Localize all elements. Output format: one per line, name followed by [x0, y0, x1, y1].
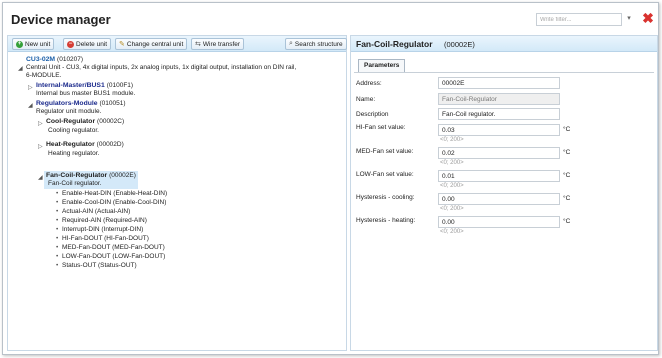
unit-label: °C: [563, 195, 571, 202]
delete-unit-button[interactable]: − Delete unit: [63, 38, 112, 50]
tree-leaf-status-out[interactable]: Status-OUT (Status-OUT): [56, 262, 137, 269]
delete-unit-label: Delete unit: [76, 40, 108, 48]
unit-label: °C: [563, 172, 571, 179]
tree-node-title: Internal-Master/BUS1: [36, 82, 105, 89]
tree-node-regulators-module[interactable]: Regulators-Module (010051): [36, 100, 126, 107]
filter-input[interactable]: [536, 13, 622, 26]
tree-leaf-low-fan-dout[interactable]: LOW-Fan-DOUT (LOW-Fan-DOUT): [56, 253, 165, 260]
collapse-toggle-icon[interactable]: ◢: [28, 102, 33, 109]
properties-header: Fan-Coil-Regulator (00002E): [351, 36, 657, 52]
app-title: Device manager: [11, 12, 111, 27]
properties-title: Fan-Coil-Regulator: [356, 39, 433, 49]
expand-toggle-icon[interactable]: ▷: [38, 120, 43, 127]
tab-divider: [354, 72, 654, 73]
tree-leaf-hi-fan-dout[interactable]: HI-Fan-DOUT (HI-Fan-DOUT): [56, 235, 149, 242]
device-manager-window: Device manager ▾ ✖ + New unit − Delete u…: [2, 2, 659, 355]
new-unit-button[interactable]: + New unit: [12, 38, 55, 50]
tree-node-internal-master[interactable]: Internal-Master/BUS1 (0100F1): [36, 82, 133, 89]
change-central-unit-button[interactable]: ✎ Change central unit: [115, 38, 188, 50]
range-hint: <0; 200>: [440, 206, 464, 212]
name-label: Name:: [356, 96, 376, 103]
tree-node-code: (00002D): [96, 141, 124, 148]
tab-parameters[interactable]: Parameters: [358, 59, 406, 72]
tree-node-code: (00002C): [97, 118, 125, 125]
tree-node-title: Fan-Coil-Regulator: [46, 172, 108, 179]
collapse-toggle-icon[interactable]: ◢: [18, 65, 23, 72]
search-structure-button[interactable]: ⌕ Search structure: [285, 38, 347, 50]
wire-transfer-label: Wire transfer: [202, 40, 241, 48]
tree-node-root[interactable]: CU3-02M (010207): [26, 56, 83, 63]
tree-node-description: Internal bus master BUS1 module.: [36, 90, 136, 97]
hysteresis-heating-field[interactable]: 0.00: [438, 216, 560, 228]
tree-node-code: (0100F1): [106, 82, 134, 89]
tree-leaf-interrupt-din[interactable]: Interrupt-DIN (Interrupt-DIN): [56, 226, 143, 233]
pencil-icon: ✎: [119, 41, 125, 48]
tree-node-description: Cooling regulator.: [48, 127, 99, 134]
title-bar: Device manager ▾ ✖: [3, 3, 658, 33]
hysteresis-cooling-label: Hysteresis - cooling:: [356, 194, 415, 201]
device-tree: CU3-02M (010207) ◢ Central Unit - CU3, 4…: [8, 54, 346, 350]
low-fan-set-value-field[interactable]: 0.01: [438, 170, 560, 182]
search-structure-label: Search structure: [294, 40, 343, 48]
tree-leaf-actual-ain[interactable]: Actual-AIN (Actual-AIN): [56, 208, 130, 215]
expand-toggle-icon[interactable]: ▷: [38, 143, 43, 150]
description-label: Description: [356, 111, 389, 118]
med-fan-set-value-field[interactable]: 0.02: [438, 147, 560, 159]
filter-dropdown-icon[interactable]: ▾: [625, 14, 633, 24]
structure-pane: + New unit − Delete unit ✎ Change centra…: [7, 35, 347, 351]
hi-fan-set-value-label: HI-Fan set value:: [356, 124, 406, 131]
expand-toggle-icon[interactable]: ▷: [28, 84, 33, 91]
change-central-unit-label: Change central unit: [126, 40, 184, 48]
plus-icon: +: [16, 40, 23, 48]
tree-node-title: Regulators-Module: [36, 100, 98, 107]
tree-node-code: (010051): [99, 100, 126, 107]
hysteresis-cooling-field[interactable]: 0.00: [438, 193, 560, 205]
tree-leaf-enable-heat-din[interactable]: Enable-Heat-DIN (Enable-Heat-DIN): [56, 190, 167, 197]
address-field[interactable]: 00002E: [438, 77, 560, 89]
range-hint: <0; 200>: [440, 229, 464, 235]
unit-label: °C: [563, 149, 571, 156]
tree-node-title: Cool-Regulator: [46, 118, 96, 125]
med-fan-set-value-label: MED-Fan set value:: [356, 148, 414, 155]
unit-label: °C: [563, 126, 571, 133]
new-unit-label: New unit: [25, 40, 51, 48]
tree-node-description: Regulator unit module.: [36, 108, 102, 115]
collapse-toggle-icon[interactable]: ◢: [38, 174, 43, 181]
description-field[interactable]: Fan-Coil regulator.: [438, 108, 560, 120]
range-hint: <0; 200>: [440, 183, 464, 189]
tree-node-title: CU3-02M: [26, 56, 56, 63]
tree-leaf-med-fan-dout[interactable]: MED-Fan-DOUT (MED-Fan-DOUT): [56, 244, 165, 251]
search-icon: ⌕: [289, 40, 293, 47]
tree-node-title: Heat-Regulator: [46, 141, 95, 148]
tree-node-description: Central Unit - CU3, 4x digital inputs, 2…: [26, 64, 297, 71]
tree-node-cool-regulator[interactable]: Cool-Regulator (00002C): [46, 118, 124, 125]
wire-transfer-icon: ⇆: [195, 41, 201, 48]
hi-fan-set-value-field[interactable]: 0.03: [438, 124, 560, 136]
toolbar: + New unit − Delete unit ✎ Change centra…: [8, 36, 347, 52]
tree-node-fan-coil-regulator[interactable]: Fan-Coil-Regulator (00002E): [46, 172, 136, 179]
tree-node-code: (010207): [57, 56, 84, 63]
properties-pane: Fan-Coil-Regulator (00002E) Parameters A…: [350, 35, 658, 351]
close-button[interactable]: ✖: [641, 10, 655, 26]
wire-transfer-button[interactable]: ⇆ Wire transfer: [191, 38, 245, 50]
name-field: Fan-Coil-Regulator: [438, 93, 560, 105]
hysteresis-heating-label: Hysteresis - heating:: [356, 217, 416, 224]
tree-node-description: Heating regulator.: [48, 150, 100, 157]
tree-node-heat-regulator[interactable]: Heat-Regulator (00002D): [46, 141, 124, 148]
low-fan-set-value-label: LOW-Fan set value:: [356, 171, 414, 178]
tree-node-description: Fan-Coil regulator.: [48, 180, 102, 187]
minus-icon: −: [67, 40, 74, 48]
tree-node-code: (00002E): [109, 172, 136, 179]
range-hint: <0; 200>: [440, 160, 464, 166]
properties-code: (00002E): [444, 40, 475, 49]
range-hint: <0; 200>: [440, 137, 464, 143]
tree-leaf-required-ain[interactable]: Required-AIN (Required-AIN): [56, 217, 147, 224]
address-label: Address:: [356, 80, 382, 87]
tree-leaf-enable-cool-din[interactable]: Enable-Cool-DIN (Enable-Cool-DIN): [56, 199, 166, 206]
unit-label: °C: [563, 218, 571, 225]
tree-node-description-cont: 6-MODULE.: [26, 72, 62, 79]
